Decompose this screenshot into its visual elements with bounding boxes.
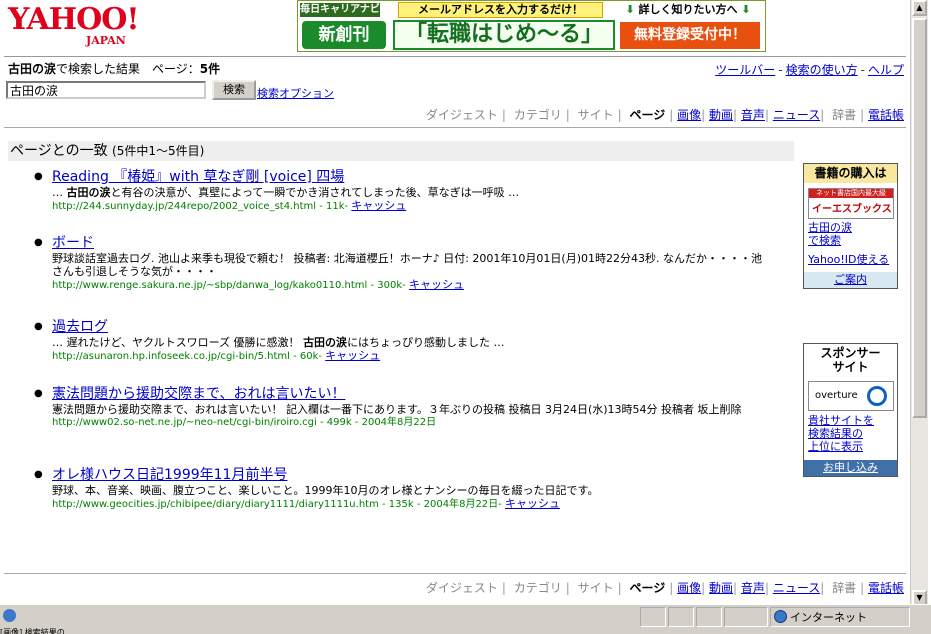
browser-viewport: YAHOO! JAPAN 毎日キャリアナビ メールアドレスを入力するだけ！ ⬇ … xyxy=(0,0,910,606)
top-links: ツールバー - 検索の使い方 - ヘルプ xyxy=(715,63,904,77)
result-title-link[interactable]: ボード xyxy=(52,234,770,252)
list-item: ● 憲法問題から援助交際まで、おれは言いたい！ 憲法問題から援助交際まで、おれは… xyxy=(34,385,770,466)
tab-category: カテゴリ xyxy=(513,108,562,122)
yahoo-japan-logo[interactable]: YAHOO! JAPAN xyxy=(8,4,150,48)
cache-link[interactable]: キャッシュ xyxy=(409,278,464,291)
banner-more: ⬇ 詳しく知りたい方へ ⬇ xyxy=(625,3,751,16)
banner-new-badge: 新創刊 xyxy=(302,21,386,49)
result-summary: 古田の涙で検索した結果 ページ：5件 xyxy=(8,62,221,76)
search-input[interactable] xyxy=(6,81,206,99)
tab-site: サイト xyxy=(577,108,614,122)
vertical-scrollbar[interactable]: ▲ ▼ xyxy=(910,0,928,606)
taskbar-item[interactable]: [画像] 検索結果の… xyxy=(0,627,475,634)
sponsor-apply-link[interactable]: お申し込み xyxy=(804,460,897,476)
bottom-divider xyxy=(4,573,906,574)
tab-phonebook[interactable]: 電話帳 xyxy=(868,581,904,595)
toolbar-link[interactable]: ツールバー xyxy=(715,63,775,77)
list-item: ● 過去ログ … 遅れたけど、ヤクルトスワローズ 優勝に感激！ 古田の涙にはちょ… xyxy=(34,318,770,385)
bullet-icon: ● xyxy=(34,321,43,332)
tab-news[interactable]: ニュース xyxy=(773,108,820,122)
ad-banner[interactable]: 毎日キャリアナビ メールアドレスを入力するだけ！ ⬇ 詳しく知りたい方へ ⬇ 新… xyxy=(297,0,766,52)
results-list: ● Reading 『椿姫』with 草なぎ剛 [voice] 四場 … 古田の… xyxy=(34,168,770,516)
tab-digest: ダイジェスト xyxy=(425,581,498,595)
category-tabs-bottom: ダイジェスト | カテゴリ | サイト | ページ | 画像| 動画| 音声| ニュース… xyxy=(425,581,904,595)
search-help-link[interactable]: 検索の使い方 xyxy=(786,63,858,77)
tab-dictionary: 辞書 xyxy=(832,581,857,595)
security-zone: インターネット xyxy=(790,611,867,624)
scroll-up-icon[interactable]: ▲ xyxy=(912,0,927,16)
header-divider xyxy=(4,56,906,57)
tabs-divider xyxy=(4,127,906,128)
sponsor-link[interactable]: 貴社サイトを 検索結果の 上位に表示 xyxy=(808,414,874,453)
banner-brand: 毎日キャリアナビ xyxy=(300,3,380,17)
list-item: ● ボード 野球談話室過去ログ. 池山よ来季も現役で頼む！ 投稿者: 北海道櫻丘… xyxy=(34,234,770,318)
esbooks-logo[interactable]: ネット書店国内最大級 イーエスブックス xyxy=(808,188,894,219)
search-button[interactable]: 検索 xyxy=(212,80,256,100)
tab-image[interactable]: 画像 xyxy=(677,581,701,595)
banner-email-prompt: メールアドレスを入力するだけ！ xyxy=(398,2,603,18)
cache-link[interactable]: キャッシュ xyxy=(505,497,560,510)
yahoo-id-link[interactable]: Yahoo!ID使える xyxy=(808,251,889,267)
result-title-link[interactable]: Reading 『椿姫』with 草なぎ剛 [voice] 四場 xyxy=(52,168,770,186)
result-title-link[interactable]: 憲法問題から援助交際まで、おれは言いたい！ xyxy=(52,385,770,403)
tab-news[interactable]: ニュース xyxy=(773,581,820,595)
result-url: http://244.sunnyday.jp/244repo/2002_voic… xyxy=(52,199,407,212)
bullet-icon: ● xyxy=(34,469,43,480)
result-url: http://www02.so-net.ne.jp/~neo-net/cgi-b… xyxy=(52,417,437,428)
down-arrow-icon: ⬇ xyxy=(625,3,635,16)
section-title: ページとの一致 (5件中1～5件目) xyxy=(8,141,794,161)
tab-video[interactable]: 動画 xyxy=(709,581,733,595)
result-snippet: 野球談話室過去ログ. 池山よ来季も現役で頼む！ 投稿者: 北海道櫻丘！ホーナ♪ … xyxy=(52,252,762,278)
tab-phonebook[interactable]: 電話帳 xyxy=(868,108,904,122)
result-url: http://asunaron.hp.infoseek.co.jp/cgi-bi… xyxy=(52,349,381,362)
search-options-link[interactable]: 検索オプション xyxy=(257,85,334,101)
tab-dictionary: 辞書 xyxy=(832,108,857,122)
logo-sub-text: JAPAN xyxy=(86,34,126,47)
tab-digest: ダイジェスト xyxy=(425,108,498,122)
bullet-icon: ● xyxy=(34,237,43,248)
cache-link[interactable]: キャッシュ xyxy=(351,199,406,212)
ie-page-icon xyxy=(3,609,16,622)
globe-icon xyxy=(774,610,787,623)
help-link[interactable]: ヘルプ xyxy=(868,63,904,77)
tab-site: サイト xyxy=(577,581,614,595)
scroll-thumb[interactable] xyxy=(912,18,927,418)
tab-image[interactable]: 画像 xyxy=(677,108,701,122)
result-snippet: … 遅れたけど、ヤクルトスワローズ 優勝に感激！ 古田の涙にはちょっぴり感動しま… xyxy=(52,336,505,349)
book-box-header: 書籍の購入は xyxy=(804,164,897,183)
result-url: http://www.renge.sakura.ne.jp/~sbp/danwa… xyxy=(52,278,464,291)
sponsor-box: スポンサー サイト overture 貴社サイトを 検索結果の 上位に表示 お申… xyxy=(803,343,898,477)
category-tabs-top: ダイジェスト | カテゴリ | サイト | ページ | 画像| 動画| 音声| ニュース… xyxy=(425,108,904,122)
tab-audio[interactable]: 音声 xyxy=(741,108,765,122)
list-item: ● Reading 『椿姫』with 草なぎ剛 [voice] 四場 … 古田の… xyxy=(34,168,770,234)
tab-category: カテゴリ xyxy=(513,581,562,595)
cache-link[interactable]: キャッシュ xyxy=(325,349,380,362)
tab-page: ページ xyxy=(629,581,666,595)
tab-audio[interactable]: 音声 xyxy=(741,581,765,595)
list-item: ● オレ様ハウス日記1999年11月前半号 野球、本、音楽、映画、腹立つこと、楽… xyxy=(34,466,770,516)
overture-logo[interactable]: overture xyxy=(808,381,894,411)
sponsor-header: スポンサー サイト xyxy=(804,344,897,376)
result-url: http://www.geocities.jp/chibipee/diary/d… xyxy=(52,497,560,510)
banner-register: 無料登録受付中！ xyxy=(620,22,760,49)
result-snippet: 憲法問題から援助交際まで、おれは言いたい！ 記入欄は一番下にあります。３年ぶりの… xyxy=(52,403,742,416)
book-purchase-box: 書籍の購入は ネット書店国内最大級 イーエスブックス 古田の涙 で検索 Yaho… xyxy=(803,163,898,289)
book-search-link[interactable]: 古田の涙 で検索 xyxy=(808,221,852,247)
logo-main-text: YAHOO! xyxy=(8,2,140,37)
result-snippet: 野球、本、音楽、映画、腹立つこと、楽しいこと。1999年10月のオレ様とナンシー… xyxy=(52,484,599,497)
result-title-link[interactable]: オレ様ハウス日記1999年11月前半号 xyxy=(52,466,770,484)
overture-circle-icon xyxy=(867,386,887,406)
tab-video[interactable]: 動画 xyxy=(709,108,733,122)
book-guide-link[interactable]: ご案内 xyxy=(804,272,897,288)
banner-catchphrase: 「転職はじめ～る」 xyxy=(393,20,615,50)
result-title-link[interactable]: 過去ログ xyxy=(52,318,770,336)
bullet-icon: ● xyxy=(34,388,43,399)
down-arrow-icon: ⬇ xyxy=(741,3,751,16)
result-snippet: … 古田の涙と有谷の決意が、真壁によって一瞬でかき消されてしまった後、草なぎは一… xyxy=(52,186,520,199)
tab-page: ページ xyxy=(629,108,666,122)
bullet-icon: ● xyxy=(34,171,43,182)
